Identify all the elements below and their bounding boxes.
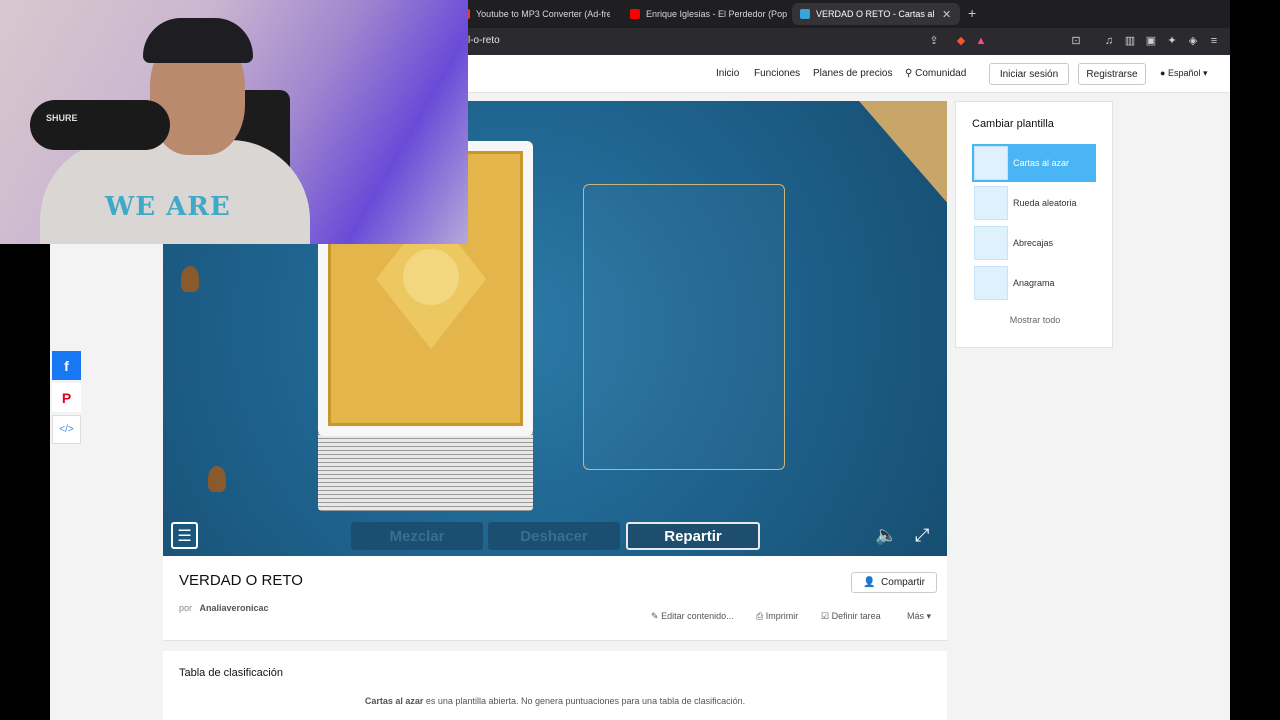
nav-planes[interactable]: Planes de precios <box>813 68 893 79</box>
leo-icon[interactable]: ✦ <box>1166 35 1178 47</box>
pawn-decoration <box>208 466 226 492</box>
nav-inicio[interactable]: Inicio <box>716 68 739 79</box>
template-label: Rueda aleatoria <box>1013 198 1077 208</box>
deal-button[interactable]: Repartir <box>626 522 760 550</box>
menu-icon[interactable]: ≡ <box>1208 35 1220 47</box>
set-assignment-link[interactable]: ☑ Definir tarea <box>821 611 881 622</box>
microphone <box>30 100 170 150</box>
printer-icon: ⎙ <box>756 611 764 621</box>
signup-button[interactable]: Registrarse <box>1078 63 1146 85</box>
template-label: Anagrama <box>1013 278 1055 288</box>
edit-label: Editar contenido... <box>661 611 734 621</box>
tab-enrique-iglesias[interactable]: Enrique Iglesias - El Perdedor (Pop <box>630 3 790 25</box>
tab-title: Youtube to MP3 Converter (Ad-fre <box>476 9 610 19</box>
sidebar-icon[interactable]: ▥ <box>1124 35 1136 47</box>
wallet-icon[interactable]: ▣ <box>1145 35 1157 47</box>
note-text: es una plantilla abierta. No genera punt… <box>423 696 746 706</box>
screenshot-icon[interactable]: ⊡ <box>1070 35 1082 47</box>
pencil-icon: ✎ <box>651 611 659 621</box>
edit-content-link[interactable]: ✎ Editar contenido... <box>651 611 734 622</box>
cards-thumbnail-icon <box>974 146 1008 180</box>
template-anagram[interactable]: Anagrama <box>972 264 1096 302</box>
music-icon[interactable]: ♫ <box>1103 35 1115 47</box>
show-all-link[interactable]: Mostrar todo <box>956 315 1114 325</box>
person-cap <box>143 18 253 63</box>
webcam-overlay: WE ARE SHURE <box>0 0 468 244</box>
card-drop-zone <box>583 184 785 470</box>
anagram-thumbnail-icon <box>974 266 1008 300</box>
share-label: Compartir <box>881 577 925 588</box>
card-circle <box>403 249 459 305</box>
template-label: Cartas al azar <box>1013 158 1070 168</box>
vpn-icon[interactable]: ◈ <box>1187 35 1199 47</box>
mic-brand: SHURE <box>46 113 78 123</box>
activity-title: VERDAD O RETO <box>179 572 303 589</box>
template-panel: Cambiar plantilla Cartas al azar Rueda a… <box>955 101 1113 348</box>
login-button[interactable]: Iniciar sesión <box>989 63 1069 85</box>
assign-label: Definir tarea <box>831 611 881 621</box>
shuffle-button[interactable]: Mezclar <box>351 522 483 550</box>
hamburger-menu-icon[interactable]: ☰ <box>171 522 198 549</box>
byline-prefix: por <box>179 603 193 613</box>
leaderboard-section: Tabla de clasificación Cartas al azar es… <box>163 651 947 720</box>
speaker-icon[interactable]: 🔈 <box>875 525 897 546</box>
template-random-cards[interactable]: Cartas al azar <box>972 144 1096 182</box>
tab-verdad-o-reto[interactable]: VERDAD O RETO - Cartas al a ✕ <box>792 3 960 25</box>
pinterest-share-icon[interactable]: P <box>52 383 81 412</box>
tab-title: VERDAD O RETO - Cartas al a <box>816 9 934 19</box>
template-link[interactable]: Cartas al azar <box>365 696 424 706</box>
template-label: Abrecajas <box>1013 238 1054 248</box>
print-label: Imprimir <box>765 611 799 621</box>
byline: por Analiaveronicac <box>179 603 269 613</box>
brave-rewards-icon[interactable]: ▲ <box>975 35 987 47</box>
boxes-thumbnail-icon <box>974 226 1008 260</box>
deck-stack <box>318 431 533 511</box>
screen: Youtube to MP3 Converter (Ad-fre Enrique… <box>0 0 1280 720</box>
language-selector[interactable]: ● Español ▾ <box>1160 68 1208 79</box>
search-icon: ⚲ <box>905 68 913 79</box>
checkbox-icon: ☑ <box>821 611 830 621</box>
tab-youtube-mp3[interactable]: Youtube to MP3 Converter (Ad-fre <box>460 3 610 25</box>
nav-comunidad[interactable]: ⚲ Comunidad <box>905 68 966 79</box>
person-add-icon: 👤 <box>863 577 876 588</box>
nav-funciones[interactable]: Funciones <box>754 68 800 79</box>
url-text[interactable]: l-o-reto <box>468 35 500 46</box>
leaderboard-title: Tabla de clasificación <box>179 667 283 679</box>
pawn-decoration <box>181 266 199 292</box>
share-icon[interactable]: ⇪ <box>928 35 940 47</box>
chevron-down-icon: ▾ <box>1203 68 1208 78</box>
new-tab-icon[interactable]: + <box>968 5 976 21</box>
globe-icon: ● <box>1160 68 1166 78</box>
author-link[interactable]: Analiaveronicac <box>200 603 269 613</box>
youtube-icon <box>630 9 640 19</box>
wheel-thumbnail-icon <box>974 186 1008 220</box>
brave-shield-icon[interactable]: ◆ <box>955 35 967 47</box>
close-tab-icon[interactable]: ✕ <box>942 8 951 21</box>
facebook-share-icon[interactable]: f <box>52 351 81 380</box>
more-label: Más <box>907 611 925 621</box>
undo-button[interactable]: Deshacer <box>488 522 620 550</box>
leaderboard-note: Cartas al azar es una plantilla abierta.… <box>163 696 947 706</box>
embed-code-icon[interactable]: </> <box>52 415 81 444</box>
share-button[interactable]: 👤 Compartir <box>851 572 937 593</box>
chevron-down-icon: ▾ <box>926 611 932 621</box>
tab-title: Enrique Iglesias - El Perdedor (Pop <box>646 9 788 19</box>
shirt-text: WE ARE <box>105 192 231 222</box>
panel-title: Cambiar plantilla <box>972 118 1054 130</box>
wordwall-icon <box>800 9 810 19</box>
activity-info: VERDAD O RETO por Analiaveronicac 👤 Comp… <box>163 556 947 641</box>
more-dropdown[interactable]: Más ▾ <box>907 611 931 622</box>
board-decoration <box>859 101 947 221</box>
language-label: Español <box>1167 68 1201 78</box>
print-link[interactable]: ⎙ Imprimir <box>756 611 798 622</box>
template-random-wheel[interactable]: Rueda aleatoria <box>972 184 1096 222</box>
nav-comunidad-label: Comunidad <box>915 68 967 79</box>
fullscreen-icon[interactable]: ⤢ <box>915 525 929 546</box>
template-open-box[interactable]: Abrecajas <box>972 224 1096 262</box>
